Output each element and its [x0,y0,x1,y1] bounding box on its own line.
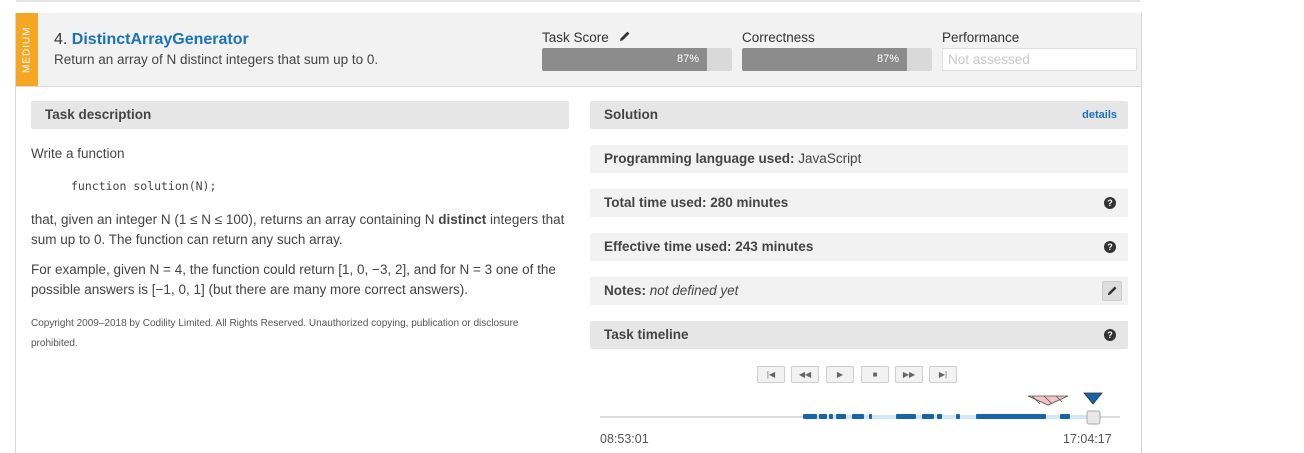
function-signature: function solution(N); [71,179,217,193]
correctness-label: Correctness [742,30,815,45]
skip-to-start-button[interactable]: |◀ [757,366,785,383]
correctness-bar: 87% [742,48,932,71]
stop-button[interactable]: ■ [861,366,889,383]
timeline-heading: Task timeline [604,327,689,342]
question-circle-icon[interactable]: ? [1104,241,1116,253]
performance-label: Performance [942,30,1020,45]
language-value: JavaScript [798,151,862,166]
notes-value: not defined yet [649,283,739,298]
notes-row: Notes: not defined yet [590,277,1128,305]
description-text: that, given an integer N (1 ≤ N ≤ 100), … [31,212,439,227]
notes-label: Notes: [604,283,647,298]
copyright-notice: Copyright 2009–2018 by Codility Limited.… [31,318,519,349]
total-time-row: Total time used: 280 minutes ? [590,189,1128,217]
rewind-button[interactable]: ◀◀ [791,366,819,383]
task-name-link[interactable]: DistinctArrayGenerator [72,31,249,48]
task-score-bar: 87% [542,48,732,71]
solution-heading: Solution [604,107,658,122]
timeline-track[interactable] [600,391,1120,441]
task-header: MEDIUM 4. DistinctArrayGenerator Return … [16,13,1141,87]
task-score-label-text: Task Score [542,30,609,45]
pencil-icon[interactable] [1102,281,1122,301]
timeline-start-time: 08:53:01 [600,432,649,446]
play-button[interactable]: ▶ [826,366,854,383]
timeline-end-time: 17:04:17 [1063,432,1112,446]
question-circle-icon[interactable]: ? [1104,329,1116,341]
task-summary: Return an array of N distinct integers t… [54,52,379,67]
task-timeline-header: Task timeline ? [590,321,1128,349]
task-description-header: Task description [31,101,569,129]
description-paragraph-1: that, given an integer N (1 ≤ N ≤ 100), … [31,210,571,250]
top-divider [16,0,1140,2]
fast-forward-button[interactable]: ▶▶ [895,366,923,383]
performance-value: Not assessed [942,48,1137,71]
pencil-icon[interactable] [619,30,631,45]
effective-time-row: Effective time used: 243 minutes ? [590,233,1128,261]
question-circle-icon[interactable]: ? [1104,197,1116,209]
solution-header: Solution details [590,101,1128,129]
description-paragraph-2: For example, given N = 4, the function c… [31,262,556,297]
language-label: Programming language used: [604,151,795,166]
task-score-value: 87% [677,53,700,65]
total-time-text: Total time used: 280 minutes [604,195,789,210]
skip-to-end-button[interactable]: ▶| [929,366,957,383]
task-title: 4. DistinctArrayGenerator [54,31,249,49]
language-row: Programming language used: JavaScript [590,145,1128,173]
correctness-value: 87% [877,53,900,65]
description-intro: Write a function [31,146,125,161]
description-emphasis: distinct [438,212,487,227]
task-number: 4. [54,31,68,48]
effective-time-text: Effective time used: 243 minutes [604,239,814,254]
task-score-label: Task Score [542,30,631,45]
details-link[interactable]: details [1082,101,1117,129]
task-card: MEDIUM 4. DistinctArrayGenerator Return … [15,13,1142,453]
difficulty-badge: MEDIUM [16,13,38,86]
